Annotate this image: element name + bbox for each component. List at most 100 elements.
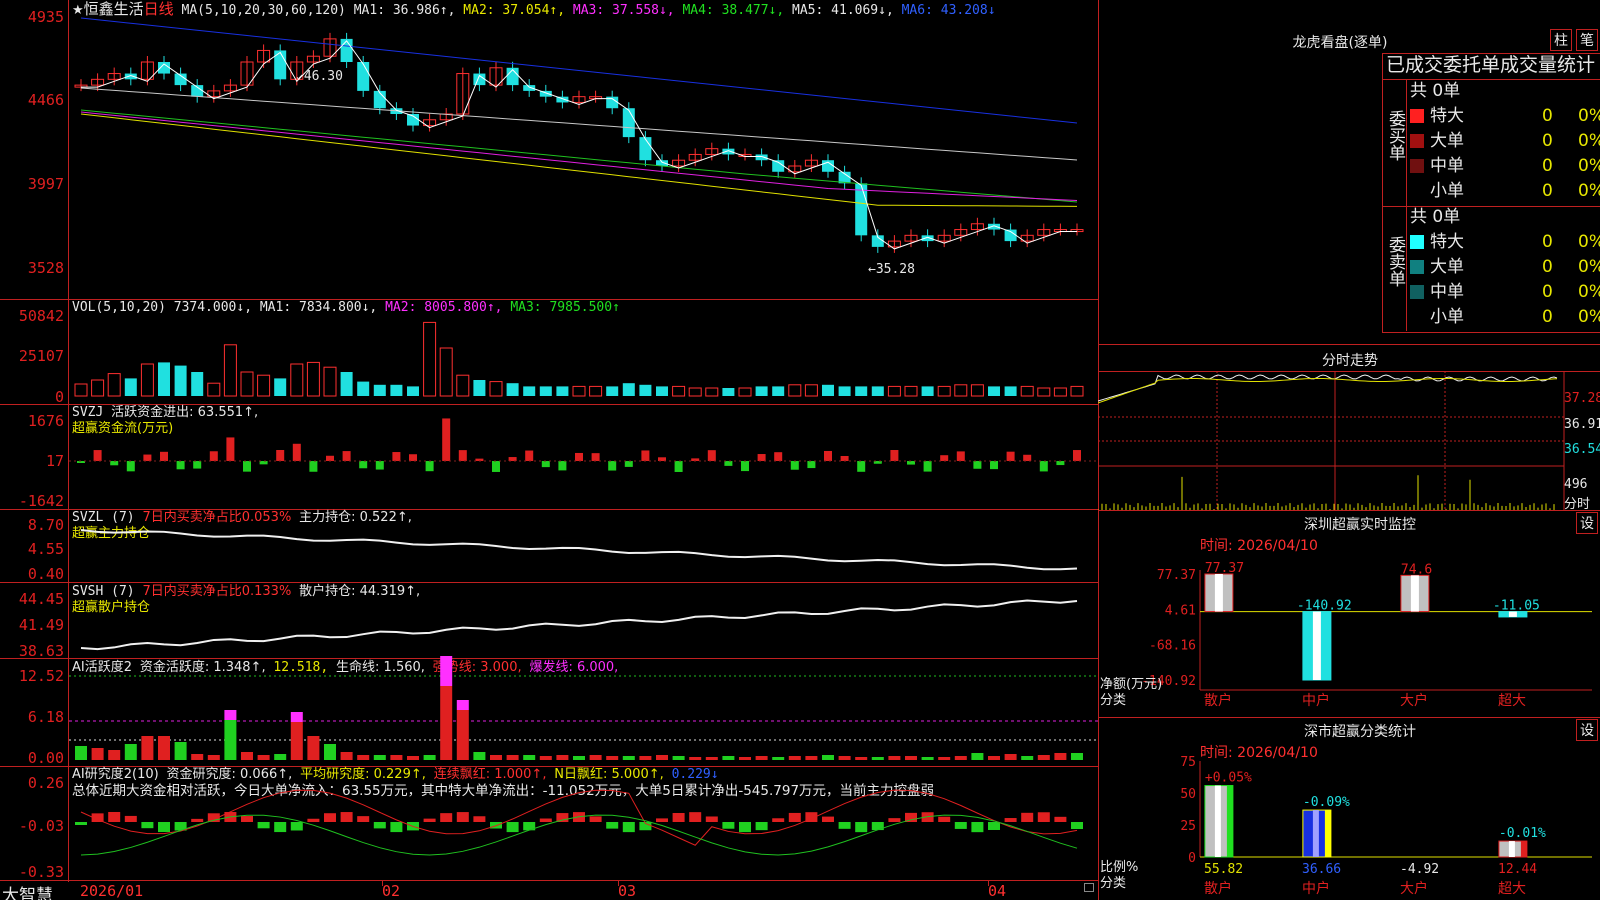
volume-bar [274, 378, 287, 396]
fund-flow-bar [176, 461, 185, 470]
ai-research-y-label: -0.33 [18, 863, 64, 881]
order-percent: 0% [1578, 181, 1600, 201]
monitor-category-label: 大户 [1400, 692, 1428, 709]
volume-bar [1004, 386, 1017, 396]
activity-bar [606, 756, 619, 760]
research-bar [440, 813, 453, 822]
fund-flow-bar [342, 451, 351, 461]
sell-count: 共 0单 [1410, 207, 1461, 227]
volume-bar [323, 366, 337, 397]
class-bar-edge [1226, 785, 1233, 857]
activity-bar [871, 757, 884, 760]
intraday-avg-line [1098, 378, 1558, 404]
price-y-label: 4935 [27, 8, 64, 26]
activity-bar [938, 757, 951, 760]
sz-monitor-chart: 77.374.61-68.16-140.92净额(万元)分类77.37散户-14… [1100, 561, 1592, 709]
research-bar [124, 815, 137, 822]
x-axis-label: 03 [618, 882, 637, 900]
research-bar [1004, 818, 1017, 822]
research-bar [473, 816, 486, 822]
monitor-value-label: 74.6 [1401, 562, 1432, 577]
research-bar [589, 816, 602, 822]
x-tick [988, 880, 989, 886]
class-bottom-label: 36.66 [1302, 862, 1341, 877]
color-swatch [1410, 109, 1424, 123]
class-y-label: 0 [1188, 851, 1196, 866]
activity-bar [141, 736, 154, 760]
fund-flow-bar [1023, 454, 1032, 461]
fund-flow-bar [658, 457, 666, 461]
volume-bar [207, 382, 221, 397]
x-axis-label: 02 [382, 882, 401, 900]
research-bar [1037, 812, 1050, 822]
activity-bar [108, 750, 121, 760]
fund-flow-bar [143, 454, 152, 461]
research-bar [141, 822, 154, 829]
buy-order-row: 中单 [1410, 154, 1464, 178]
fund-flow-bar [608, 461, 617, 471]
fund-flow-bar [674, 461, 683, 472]
volume-bar [191, 372, 204, 396]
activity-bar [423, 755, 436, 760]
monitor-category-label: 超大 [1498, 693, 1526, 709]
activity-bar [75, 746, 87, 760]
class-category-label: 中户 [1302, 880, 1330, 897]
order-percent: 0% [1578, 131, 1600, 151]
activity-peak [440, 656, 453, 686]
class-bar-shine [1214, 785, 1221, 857]
buy-order-row: 小单 [1410, 179, 1464, 203]
activity-bar [805, 756, 818, 760]
tick-mode-button[interactable]: 笔 [1576, 29, 1598, 51]
activity-bar [971, 753, 984, 760]
volume-bar [223, 344, 237, 397]
ai-research-y-label: -0.03 [18, 817, 64, 835]
volume-bar [1037, 387, 1051, 397]
color-swatch [1410, 235, 1424, 249]
class-bar-shine [1508, 841, 1515, 857]
volume-bar [539, 386, 552, 396]
activity-bar [523, 755, 536, 760]
research-bar [539, 818, 552, 822]
research-bar [1054, 816, 1067, 822]
x-axis-line [0, 880, 1098, 881]
research-bar [954, 822, 967, 829]
activity-bar [124, 744, 137, 760]
volume-bar [572, 385, 586, 397]
bar-mode-button[interactable]: 柱 [1550, 29, 1572, 51]
activity-bar [307, 736, 320, 760]
activity-bar [1071, 753, 1083, 760]
fund-flow-bar [907, 461, 915, 465]
research-bar [772, 818, 785, 822]
volume-bar [639, 384, 652, 396]
intraday-chart[interactable] [1098, 371, 1600, 510]
fund-flow-bar [425, 461, 434, 472]
price-y-label: 3997 [27, 175, 64, 193]
activity-peak [456, 700, 469, 710]
class-y-label: 50 [1180, 787, 1196, 802]
x-axis-label: 04 [988, 882, 1007, 900]
order-volume: 0 [1542, 282, 1553, 302]
activity-bar [257, 755, 270, 760]
monitor-value-label: -11.05 [1493, 599, 1540, 614]
research-bar [191, 818, 204, 822]
fund-flow-bar [375, 461, 384, 470]
fund-flow-bar [508, 457, 517, 461]
order-book-header: 已成交委托单成交量统计 [1386, 54, 1596, 76]
intraday-price-label: 36.91 [1564, 417, 1600, 432]
class-category-label: 超大 [1498, 881, 1526, 897]
activity-bar [390, 755, 403, 760]
order-percent: 0% [1578, 106, 1600, 126]
activity-bar [755, 756, 768, 760]
research-bar [290, 822, 303, 831]
research-bar [307, 818, 320, 822]
research-bar [1071, 822, 1083, 830]
intraday-top-line [1098, 344, 1600, 345]
activity-bar [224, 720, 237, 760]
activity-bar [407, 756, 419, 760]
research-bar [755, 822, 768, 831]
ma-line [80, 111, 1078, 201]
activity-bar [988, 756, 1000, 760]
lock-icon[interactable] [1084, 883, 1094, 892]
research-bar [888, 818, 901, 822]
fund-flow-bar [243, 461, 251, 472]
